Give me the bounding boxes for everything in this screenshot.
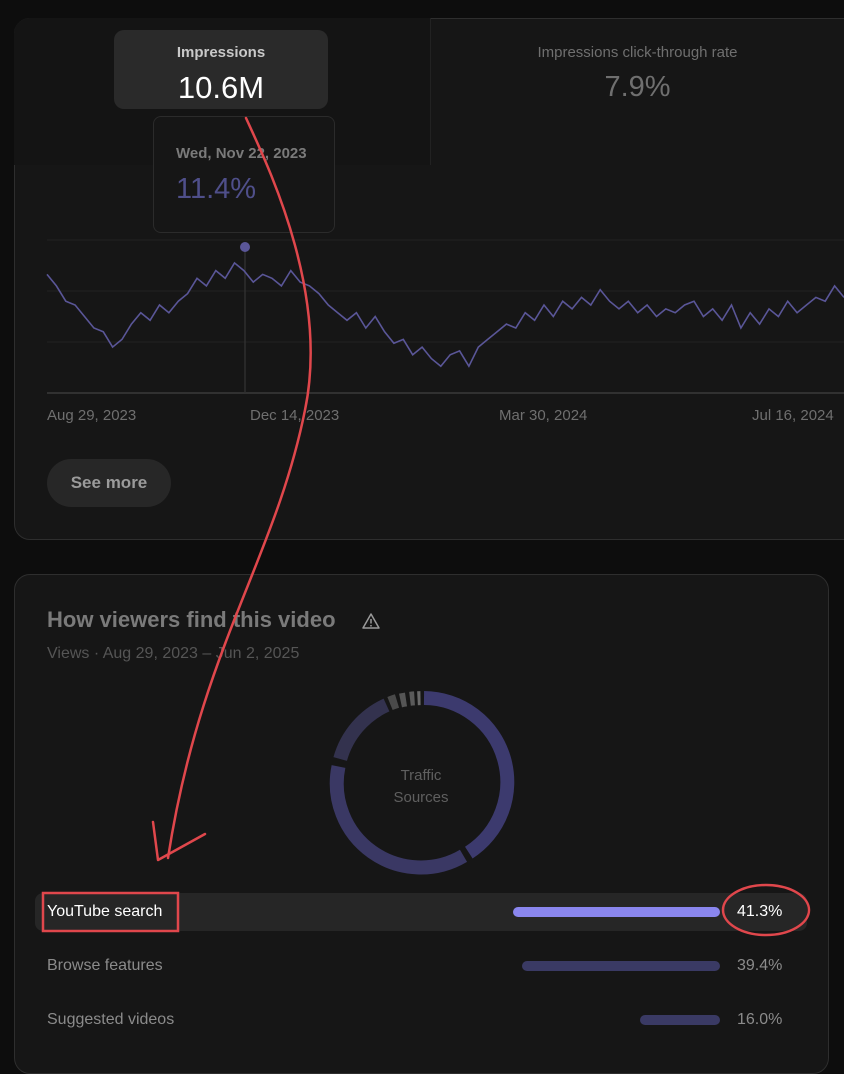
source-row-suggested-videos[interactable]: Suggested videos 16.0% [35, 1001, 807, 1039]
source-name: YouTube search [47, 903, 162, 921]
source-share-bar [522, 961, 720, 971]
source-percent: 39.4% [737, 957, 782, 975]
source-row-youtube-search[interactable]: YouTube search 41.3% [35, 893, 807, 931]
source-share-bar [513, 907, 720, 917]
source-percent: 16.0% [737, 1011, 782, 1029]
source-row-browse-features[interactable]: Browse features 39.4% [35, 947, 807, 985]
source-share-bar [640, 1015, 720, 1025]
donut-slice-other [401, 700, 407, 701]
donut-slice-other [390, 701, 397, 704]
donut-center-label: Traffic Sources [371, 765, 471, 809]
source-percent: 41.3% [737, 903, 782, 921]
source-name: Browse features [47, 957, 163, 975]
source-name: Suggested videos [47, 1011, 174, 1029]
donut-slice-suggested-videos [340, 705, 386, 759]
